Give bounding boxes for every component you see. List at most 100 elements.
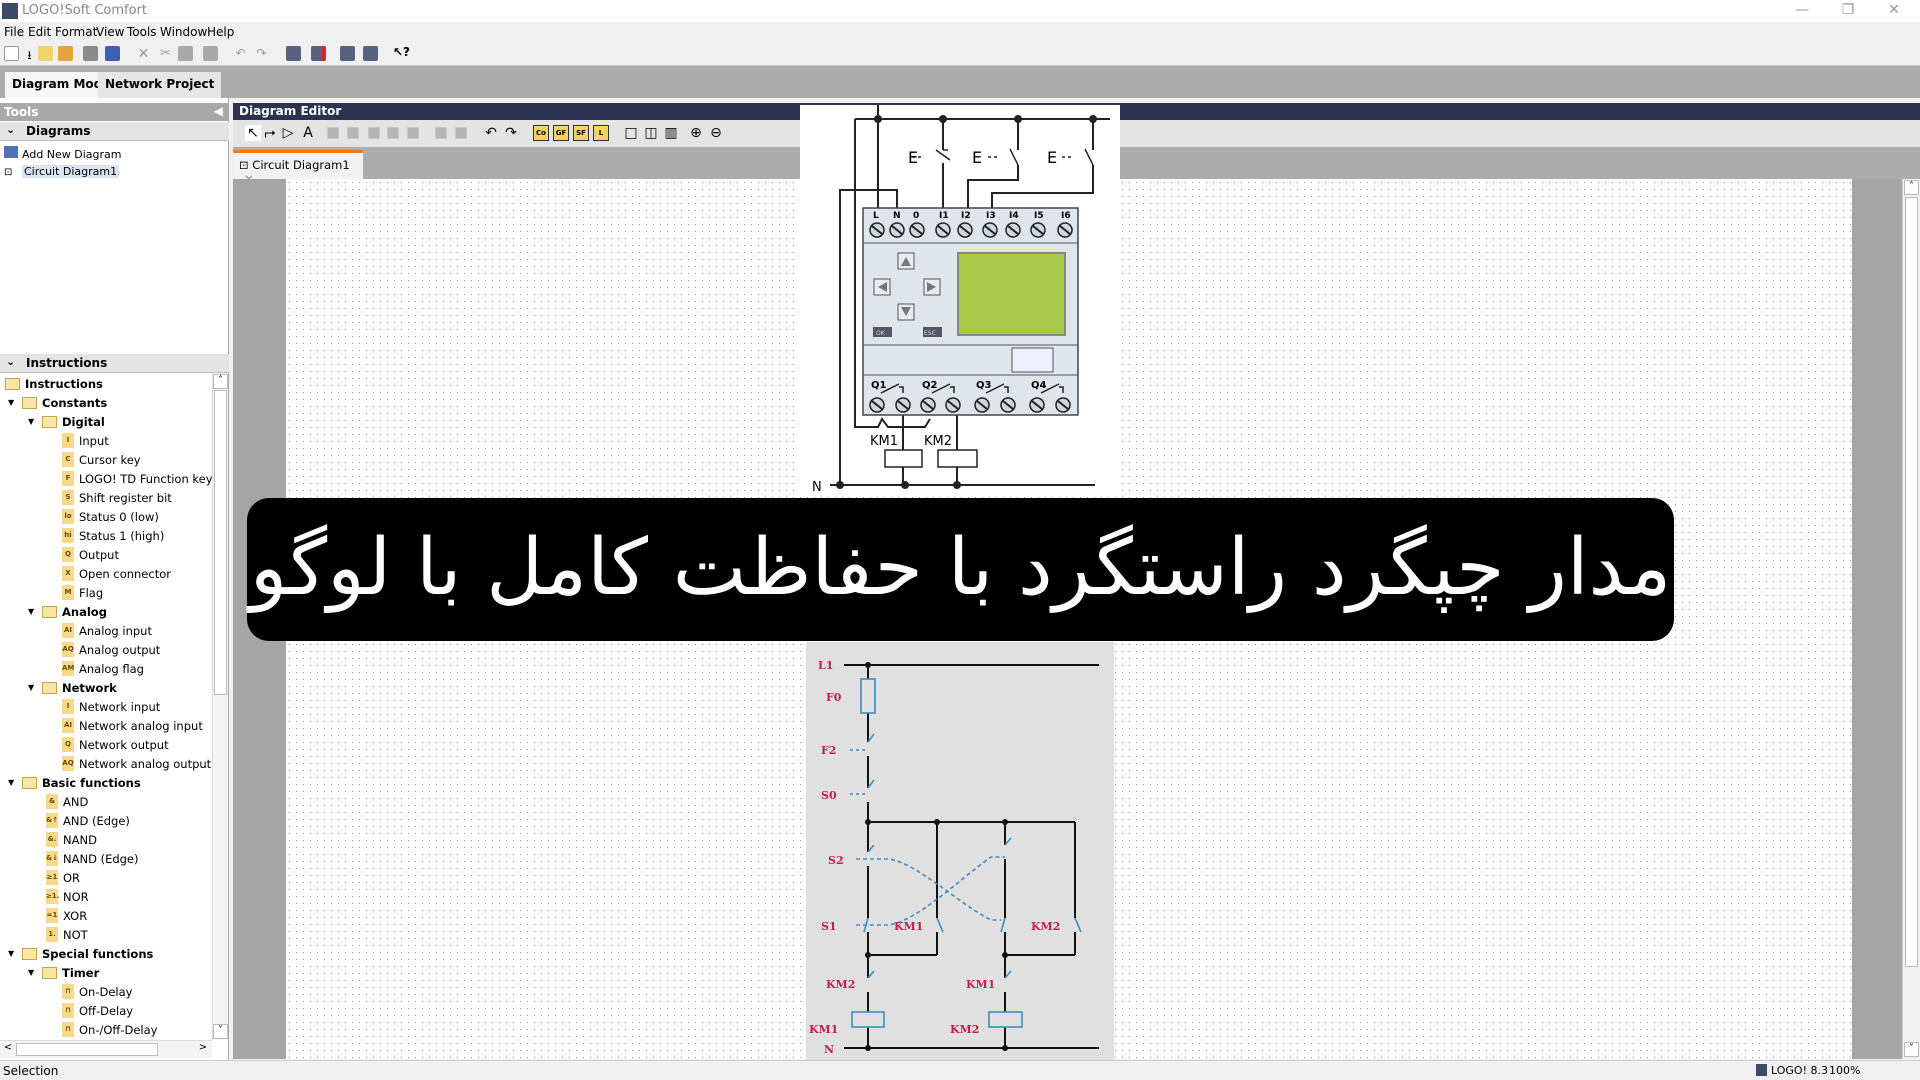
- tree-item[interactable]: M Flag: [62, 583, 103, 602]
- tree-item[interactable]: ≥1 OR: [46, 868, 80, 887]
- menu-tools[interactable]: Tools: [127, 25, 157, 39]
- tree-folder[interactable]: ▼ Timer: [28, 963, 99, 982]
- tree-item[interactable]: I Network input: [62, 697, 160, 716]
- scroll-left-icon[interactable]: <: [1, 1042, 15, 1057]
- instructions-section-header[interactable]: ⌄ Instructions: [0, 354, 229, 373]
- diagrams-section-header[interactable]: ⌄ Diagrams: [0, 122, 229, 141]
- tree-item[interactable]: C Cursor key: [62, 450, 141, 469]
- cut-icon[interactable]: ✂: [158, 46, 173, 61]
- tree-item[interactable]: I Input: [62, 431, 109, 450]
- scroll-up-icon[interactable]: ˄: [1904, 180, 1919, 195]
- circuit-diagram1-item[interactable]: ⊡ Circuit Diagram1: [4, 165, 120, 178]
- menu-help[interactable]: Help: [207, 25, 234, 39]
- canvas-vertical-scrollbar[interactable]: ˄ ˅: [1902, 179, 1920, 1059]
- menu-window[interactable]: Window: [160, 25, 207, 39]
- tree-item[interactable]: &. NAND: [46, 830, 97, 849]
- open-icon[interactable]: [38, 46, 53, 61]
- open-folder-icon[interactable]: [58, 46, 73, 61]
- align-left-icon[interactable]: [327, 127, 339, 139]
- menu-view[interactable]: View: [96, 25, 124, 39]
- add-new-diagram-item[interactable]: Add New Diagram: [4, 146, 122, 161]
- udf-L-icon[interactable]: L: [593, 125, 609, 141]
- expand-triangle-icon[interactable]: ▼: [8, 398, 14, 407]
- align-h-icon[interactable]: [387, 127, 399, 139]
- tree-item[interactable]: AI Network analog input: [62, 716, 203, 735]
- tree-item[interactable]: &↓ NAND (Edge): [46, 849, 139, 868]
- triple-view-icon[interactable]: ▥: [663, 125, 679, 141]
- redo-icon[interactable]: ↷: [503, 125, 519, 141]
- ungroup-icon[interactable]: [455, 127, 467, 139]
- tree-item[interactable]: AM Analog flag: [62, 659, 144, 678]
- undo-icon[interactable]: ↶: [233, 46, 248, 61]
- scroll-down-icon[interactable]: ˅: [213, 1024, 228, 1039]
- collapse-panel-icon[interactable]: ◀: [214, 104, 223, 118]
- tree-item[interactable]: S Shift register bit: [62, 488, 172, 507]
- copy-icon[interactable]: [178, 46, 193, 61]
- block-icon[interactable]: ▷: [280, 125, 296, 141]
- tree-item[interactable]: AQ Network analog output: [62, 754, 211, 773]
- special-functions-SF-icon[interactable]: SF: [573, 125, 589, 141]
- stop-plc-icon[interactable]: [311, 46, 326, 61]
- text-icon[interactable]: A: [300, 125, 316, 141]
- tree-item[interactable]: ⊓ On-Delay: [62, 982, 132, 1001]
- selection-icon[interactable]: ↖: [245, 125, 261, 141]
- expand-triangle-icon[interactable]: ▼: [8, 778, 14, 787]
- paste-icon[interactable]: [203, 46, 218, 61]
- restore-icon[interactable]: ❐: [1833, 2, 1863, 20]
- basic-functions-GF-icon[interactable]: GF: [553, 125, 569, 141]
- scroll-down-icon[interactable]: ˅: [1904, 1042, 1919, 1057]
- new-icon[interactable]: [4, 46, 19, 61]
- tab-circuit-diagram1[interactable]: ⊡ Circuit Diagram1 ✕: [233, 150, 363, 186]
- tree-folder[interactable]: ▼ Network: [28, 678, 117, 697]
- scroll-right-icon[interactable]: >: [196, 1042, 210, 1057]
- undo-icon[interactable]: ↶: [483, 125, 499, 141]
- align-right-icon[interactable]: [347, 127, 359, 139]
- expand-triangle-icon[interactable]: ▼: [28, 607, 34, 616]
- menu-file[interactable]: File: [4, 25, 24, 39]
- tree-item[interactable]: 1. NOT: [46, 925, 88, 944]
- align-top-icon[interactable]: [368, 127, 380, 139]
- connect-icon[interactable]: ⮣: [262, 125, 278, 141]
- tree-item[interactable]: =1 XOR: [46, 906, 87, 925]
- tree-item[interactable]: hi Status 1 (high): [62, 526, 164, 545]
- upload-icon[interactable]: [340, 46, 355, 61]
- print-icon[interactable]: [105, 46, 120, 61]
- redo-icon[interactable]: ↷: [254, 46, 269, 61]
- menu-format[interactable]: Format: [55, 25, 97, 39]
- tree-item[interactable]: ≥1. NOR: [46, 887, 89, 906]
- expand-triangle-icon[interactable]: ▼: [28, 417, 34, 426]
- tree-item[interactable]: &↑ AND (Edge): [46, 811, 130, 830]
- minimize-icon[interactable]: —: [1787, 2, 1817, 20]
- close-icon[interactable]: ✕: [1879, 2, 1909, 20]
- scrollbar-thumb[interactable]: [214, 390, 227, 695]
- tree-folder[interactable]: ▼ Constants: [8, 393, 107, 412]
- transfer-pc-plc-icon[interactable]: [286, 46, 301, 61]
- tree-item[interactable]: ⊓ Off-Delay: [62, 1001, 133, 1020]
- split-view-icon[interactable]: ◫: [643, 125, 659, 141]
- tree-folder[interactable]: ▼ Basic functions: [8, 773, 141, 792]
- expand-triangle-icon[interactable]: ▼: [8, 949, 14, 958]
- tree-item[interactable]: F LOGO! TD Function key: [62, 469, 212, 488]
- delete-icon[interactable]: ✕: [136, 46, 151, 62]
- tree-item[interactable]: X Open connector: [62, 564, 171, 583]
- tree-item[interactable]: Q Output: [62, 545, 119, 564]
- expand-triangle-icon[interactable]: ▼: [28, 683, 34, 692]
- tree-folder[interactable]: ▼ Analog: [28, 602, 107, 621]
- single-view-icon[interactable]: □: [623, 125, 639, 141]
- tree-item[interactable]: lo Status 0 (low): [62, 507, 159, 526]
- tree-folder[interactable]: ▼ Special functions: [8, 944, 153, 963]
- tab-network-project[interactable]: Network Project: [98, 72, 222, 98]
- scroll-up-icon[interactable]: ˄: [213, 374, 228, 389]
- tree-folder[interactable]: Instructions: [5, 374, 103, 393]
- align-v-icon[interactable]: [407, 127, 419, 139]
- tree-item[interactable]: Q Network output: [62, 735, 169, 754]
- zoom-in-icon[interactable]: ⊕: [688, 125, 704, 141]
- menu-edit[interactable]: Edit: [28, 25, 51, 39]
- tree-item[interactable]: AQ Analog output: [62, 640, 160, 659]
- zoom-out-icon[interactable]: ⊖: [708, 125, 724, 141]
- tree-horizontal-scrollbar[interactable]: < >: [0, 1040, 212, 1058]
- help-pointer-icon[interactable]: ↖?: [393, 45, 410, 60]
- tree-item[interactable]: AI Analog input: [62, 621, 152, 640]
- tree-folder[interactable]: ▼ Digital: [28, 412, 105, 431]
- download-icon[interactable]: ⭳: [22, 46, 37, 62]
